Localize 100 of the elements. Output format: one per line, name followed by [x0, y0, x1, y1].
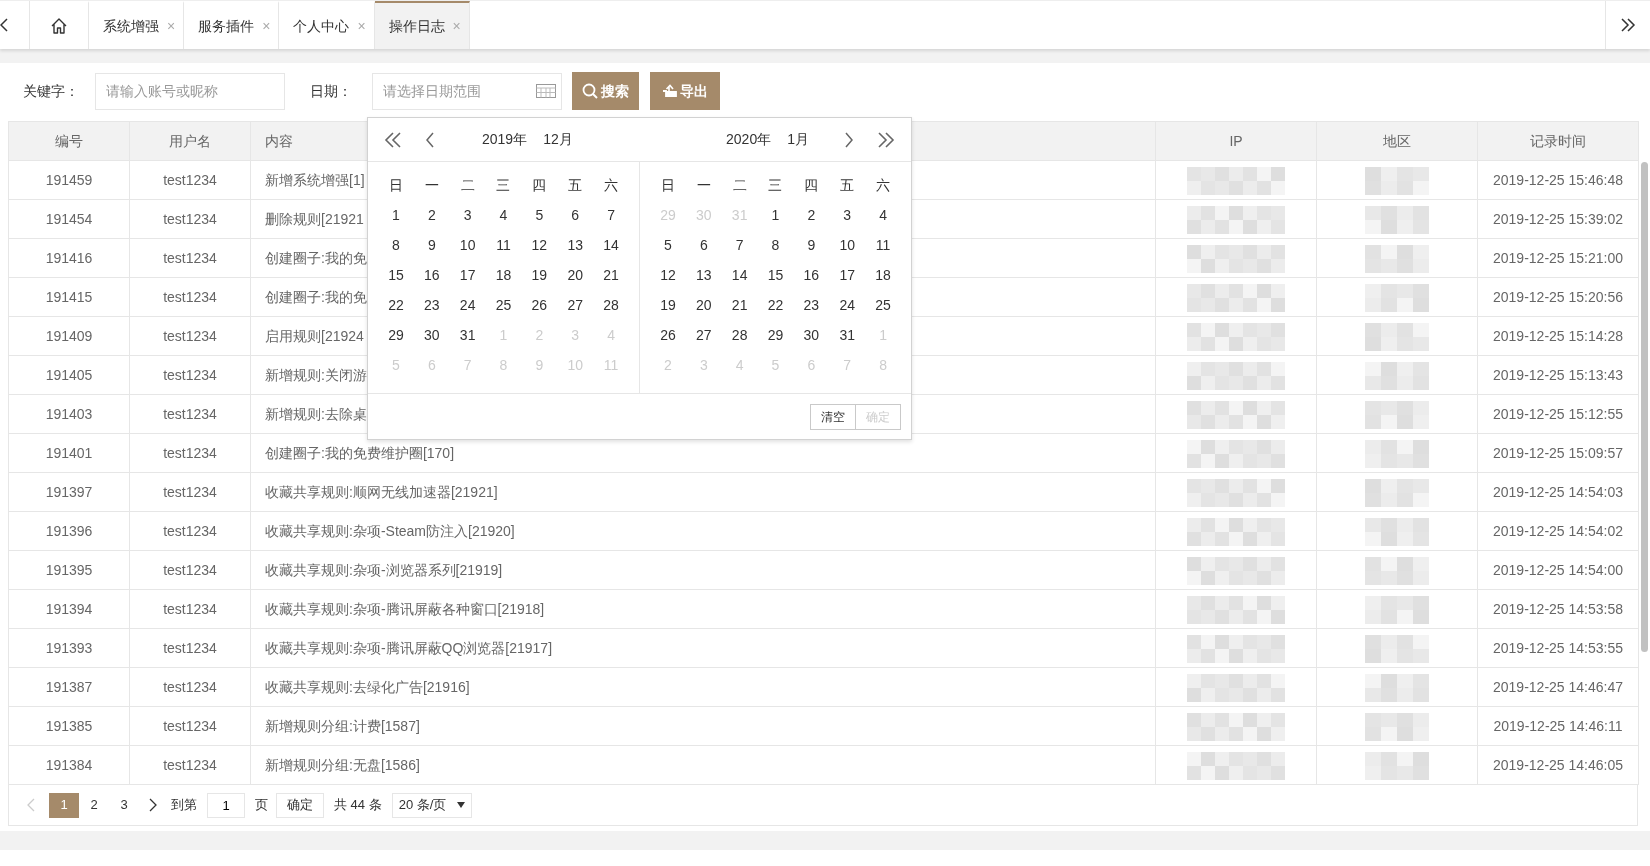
tab[interactable]: 个人中心 × — [279, 1, 375, 49]
tab[interactable]: 服务插件 × — [184, 1, 280, 49]
calendar-day[interactable]: 25 — [875, 294, 891, 316]
table-cell: 2019-12-25 15:39:02 — [1477, 199, 1639, 239]
redacted-mosaic — [1365, 478, 1429, 507]
page-button[interactable]: 3 — [109, 792, 139, 818]
keyword-field[interactable]: 请输入账号或昵称 — [95, 72, 285, 110]
calendar-day[interactable]: 6 — [571, 204, 580, 226]
calendar-day[interactable]: 1 — [392, 204, 400, 226]
page-size-dropdown[interactable]: 20 条/页 — [391, 792, 472, 818]
calendar-day[interactable]: 4 — [499, 204, 508, 226]
tab[interactable]: 系统增强 × — [89, 1, 185, 49]
scrollbar-thumb[interactable] — [1641, 162, 1648, 652]
calendar-day[interactable]: 24 — [839, 294, 855, 316]
calendar-day[interactable]: 30 — [424, 324, 440, 346]
month-label[interactable]: 1月 — [787, 129, 809, 150]
calendar-day[interactable]: 3 — [843, 204, 852, 226]
table-cell: 191405 — [8, 355, 130, 395]
calendar-day[interactable]: 27 — [567, 294, 583, 316]
redacted-mosaic — [1365, 205, 1429, 234]
calendar-day[interactable]: 29 — [767, 324, 784, 346]
calendar-day[interactable]: 25 — [495, 294, 512, 316]
calendar-day[interactable]: 26 — [531, 294, 548, 316]
calendar-day[interactable]: 22 — [767, 294, 784, 316]
table-cell: 191395 — [8, 550, 130, 590]
weekday-label: 六 — [876, 175, 891, 195]
table-cell: 191387 — [8, 667, 130, 707]
table-cell: 2019-12-25 15:21:00 — [1477, 238, 1639, 278]
redacted-mosaic — [1365, 673, 1429, 702]
double-right-chevron-icon[interactable] — [877, 131, 895, 148]
calendar-day[interactable]: 4 — [879, 204, 887, 226]
table-cell: 191415 — [8, 277, 130, 317]
calendar-day[interactable]: 2 — [427, 204, 436, 226]
table-cell: test1234 — [129, 199, 251, 239]
weekday-label: 三 — [768, 175, 783, 195]
year-label[interactable]: 2020年 — [726, 129, 772, 150]
calendar-icon — [536, 83, 556, 98]
table-cell: 收藏共享规则:顺网无线加速器[21921] — [250, 472, 1156, 512]
calendar-day[interactable]: 27 — [696, 324, 712, 346]
calendar-day[interactable]: 26 — [660, 324, 676, 346]
goto-label: 到第 — [171, 796, 197, 815]
redacted-mosaic — [1365, 400, 1429, 429]
calendar-day[interactable]: 20 — [696, 294, 712, 316]
tab[interactable]: 操作日志 × — [374, 1, 470, 49]
year-label[interactable]: 2019年 — [482, 129, 528, 150]
calendar-day[interactable]: 24 — [459, 294, 476, 316]
table-cell: 收藏共享规则:杂项-Steam防注入[21920] — [250, 511, 1156, 551]
calendar-day[interactable]: 31 — [839, 324, 855, 346]
weekday-label: 二 — [732, 175, 747, 195]
calendar-day[interactable]: 5 — [535, 204, 544, 226]
weekday-label: 六 — [604, 175, 619, 195]
table-cell: 2019-12-25 14:54:02 — [1477, 511, 1639, 551]
calendar-day[interactable]: 3 — [463, 204, 472, 226]
calendar-day[interactable]: 22 — [388, 294, 404, 316]
next-page-icon[interactable] — [149, 798, 157, 812]
table-cell: 2019-12-25 14:53:55 — [1477, 628, 1639, 668]
table-cell: 191384 — [8, 745, 130, 785]
calendar-day[interactable]: 19 — [660, 294, 676, 316]
table-cell: test1234 — [129, 433, 251, 473]
left-chevron-icon[interactable] — [426, 131, 434, 148]
left-chevron-icon[interactable] — [0, 18, 8, 32]
double-left-chevron-icon[interactable] — [384, 131, 402, 148]
redacted-mosaic — [1365, 712, 1429, 741]
table-cell: test1234 — [129, 394, 251, 434]
table-cell: test1234 — [129, 745, 251, 785]
redacted-mosaic — [1365, 244, 1429, 273]
table-cell: 2019-12-25 14:46:05 — [1477, 745, 1639, 785]
page-label: 页 — [255, 796, 268, 815]
table-cell: 191459 — [8, 160, 130, 200]
table-cell: test1234 — [129, 706, 251, 746]
date-range-field[interactable]: 请选择日期范围 — [372, 72, 562, 110]
calendar-day[interactable]: 7 — [607, 204, 615, 226]
page-button[interactable]: 2 — [79, 792, 109, 818]
calendar-day[interactable]: 21 — [731, 294, 748, 316]
weekday-label: 日 — [660, 175, 675, 195]
double-chevron-icon[interactable] — [1620, 18, 1636, 32]
clear-button[interactable]: 清空 — [810, 404, 856, 430]
right-chevron-icon[interactable] — [845, 131, 853, 148]
table-cell: 2019-12-25 14:53:58 — [1477, 589, 1639, 629]
table-cell: 191401 — [8, 433, 130, 473]
calendar-day[interactable]: 23 — [803, 294, 820, 316]
table-cell: 191403 — [8, 394, 130, 434]
calendar-day[interactable]: 23 — [424, 294, 440, 316]
page-number-field[interactable]: 1 — [207, 792, 245, 818]
table-cell: 收藏共享规则:杂项-浏览器系列[21919] — [250, 550, 1156, 590]
calendar-day[interactable]: 28 — [731, 324, 748, 346]
table-cell: 191454 — [8, 199, 130, 239]
calendar-day[interactable]: 31 — [459, 324, 476, 346]
column-header: 编号 — [8, 121, 130, 161]
calendar-day[interactable]: 1 — [771, 204, 780, 226]
calendar-day[interactable]: 2 — [807, 204, 816, 226]
calendar-day[interactable]: 30 — [803, 324, 820, 346]
confirm-button[interactable]: 确定 — [276, 792, 324, 818]
calendar-day[interactable]: 29 — [388, 324, 404, 346]
weekday-label: 一 — [424, 175, 439, 195]
calendar-day[interactable]: 28 — [603, 294, 619, 316]
month-label[interactable]: 12月 — [543, 129, 573, 150]
tab[interactable] — [30, 1, 89, 49]
weekday-label: 五 — [568, 175, 583, 195]
redacted-mosaic — [1365, 517, 1429, 546]
